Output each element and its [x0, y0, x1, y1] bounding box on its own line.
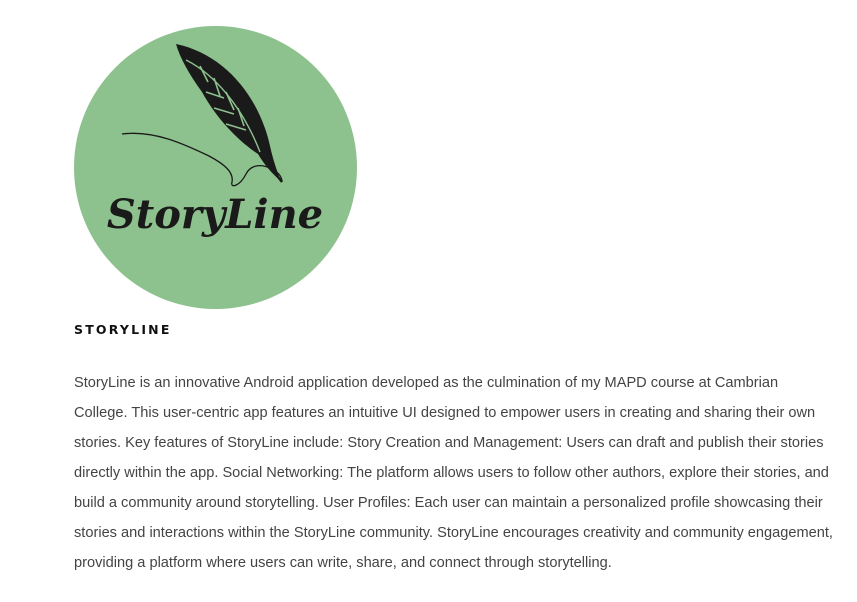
logo-wordmark: StoryLine [107, 191, 323, 238]
logo-image: StoryLine [74, 26, 357, 309]
project-title: STORYLINE [74, 322, 172, 337]
storyline-logo: StoryLine [74, 26, 357, 309]
project-description: StoryLine is an innovative Android appli… [74, 375, 833, 571]
